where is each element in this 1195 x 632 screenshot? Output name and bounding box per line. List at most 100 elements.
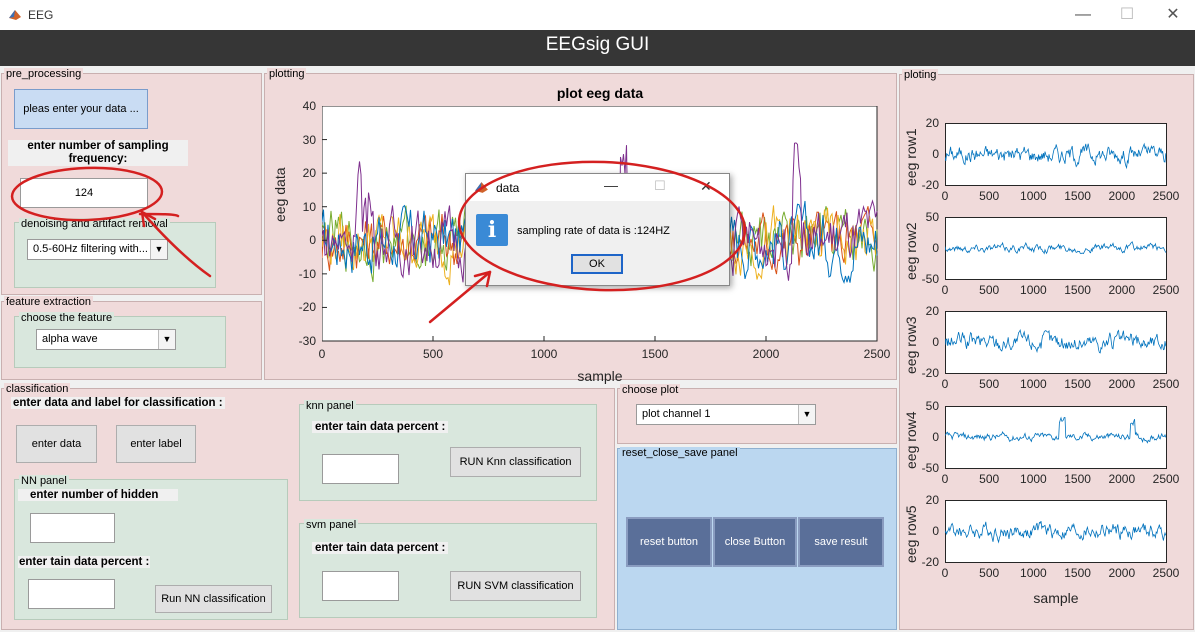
x-tick-label: 1500 [1064, 566, 1091, 580]
sampling-frequency-label: enter number of sampling frequency: [8, 140, 188, 166]
info-icon: i [476, 214, 508, 246]
close-window-button[interactable]: ✕ [1153, 4, 1193, 26]
nn-hidden-label: enter number of hidden [18, 489, 178, 501]
dialog-title: data [496, 181, 520, 195]
nn-train-input[interactable] [28, 579, 115, 609]
channel-y-axis-label: eeg row5 [903, 505, 919, 563]
panel-title: choose the feature [19, 312, 115, 324]
x-tick-label: 500 [979, 472, 1000, 486]
panel-title: svm panel [304, 519, 359, 531]
x-tick-label: 2000 [1108, 189, 1136, 203]
window-title: EEG [28, 8, 54, 22]
y-tick-label: -30 [298, 334, 316, 348]
dialog-close-button[interactable]: ✕ [700, 178, 712, 195]
y-tick-label: 40 [302, 99, 316, 113]
x-tick-label: 2000 [1108, 283, 1136, 297]
dialog-maximize-button[interactable]: ☐ [654, 178, 666, 194]
channel-y-axis-label: eeg row2 [903, 222, 919, 280]
x-tick-label: 2500 [1152, 472, 1180, 486]
nn-hidden-input[interactable] [30, 513, 115, 543]
x-tick-label: 500 [422, 347, 444, 361]
chevron-down-icon: ▼ [798, 405, 815, 424]
x-tick-label: 2500 [1152, 283, 1180, 297]
panel-title: denoising and artifact removal [19, 218, 170, 230]
feature-select[interactable]: alpha wave ▼ [36, 329, 176, 350]
channel-plot [945, 217, 1167, 280]
close-button[interactable]: close Button [713, 517, 797, 567]
channel-plot [945, 311, 1167, 374]
y-tick-label: 30 [302, 132, 316, 147]
minimize-button[interactable]: — [1063, 4, 1103, 26]
x-tick-label: 0 [941, 472, 949, 486]
x-tick-label: 500 [979, 377, 1000, 391]
nn-train-label: enter tain data percent : [18, 556, 151, 568]
main-chart-title: plot eeg data [556, 85, 644, 101]
select-value: 0.5-60Hz filtering with... [33, 243, 148, 255]
save-result-button[interactable]: save result [798, 517, 884, 567]
x-tick-label: 1000 [1020, 189, 1047, 203]
x-tick-label: 0 [941, 566, 949, 580]
x-tick-label: 2500 [1152, 566, 1180, 580]
chevron-down-icon: ▼ [150, 240, 167, 259]
x-tick-label: 500 [979, 189, 1000, 203]
x-tick-label: 500 [979, 283, 1000, 297]
knn-train-input[interactable] [322, 454, 399, 484]
x-tick-label: 1500 [1064, 189, 1091, 203]
matlab-icon [9, 10, 21, 20]
dialog-minimize-button[interactable]: — [604, 177, 618, 193]
enter-data-button[interactable]: pleas enter your data ... [14, 89, 148, 129]
app-header-title: EEGsig GUI [545, 34, 650, 55]
panel-title: reset_close_save panel [620, 447, 740, 459]
denoise-method-select[interactable]: 0.5-60Hz filtering with... ▼ [27, 239, 168, 260]
channel-plot [945, 406, 1167, 469]
ok-button[interactable]: OK [571, 254, 623, 274]
svm-train-label: enter tain data percent : [312, 542, 449, 554]
enter-label-button[interactable]: enter label [116, 425, 196, 463]
run-nn-button[interactable]: Run NN classification [155, 585, 272, 613]
panel-title: pre_processing [4, 68, 84, 80]
y-tick-label: 10 [302, 199, 316, 214]
y-tick-label: -20 [298, 300, 316, 315]
select-value: plot channel 1 [642, 408, 711, 420]
x-tick-label: 2000 [752, 347, 780, 361]
ploting-x-axis-label: sample [1033, 590, 1079, 606]
x-tick-label: 1000 [1020, 566, 1047, 580]
panel-title: knn panel [304, 400, 356, 412]
x-tick-label: 1000 [1020, 283, 1047, 297]
sampling-frequency-input[interactable]: 124 [20, 178, 148, 208]
y-tick-label: -10 [298, 266, 316, 281]
channel-plot [945, 500, 1167, 563]
x-tick-label: 0 [318, 347, 326, 361]
x-tick-label: 1000 [1020, 472, 1047, 486]
run-svm-button[interactable]: RUN SVM classification [450, 571, 581, 601]
channel-y-axis-label: eeg row4 [903, 411, 919, 469]
x-tick-label: 2000 [1108, 377, 1136, 391]
plot-channel-select[interactable]: plot channel 1 ▼ [636, 404, 816, 425]
x-tick-label: 2500 [1152, 189, 1180, 203]
classification-header: enter data and label for classification … [11, 397, 225, 409]
x-tick-label: 0 [941, 189, 949, 203]
x-tick-label: 1500 [641, 347, 669, 361]
run-knn-button[interactable]: RUN Knn classification [450, 447, 581, 477]
panel-title: ploting [902, 69, 939, 81]
x-tick-label: 1500 [1064, 283, 1091, 297]
title-bar [0, 0, 1195, 30]
main-x-axis-label: sample [577, 368, 623, 384]
channel-y-axis-label: eeg row1 [903, 128, 919, 186]
x-tick-label: 2500 [863, 347, 891, 361]
svm-train-input[interactable] [322, 571, 399, 601]
info-dialog: data — ☐ ✕ i sampling rate of data is :1… [465, 173, 730, 286]
x-tick-label: 1500 [1064, 472, 1091, 486]
reset-button[interactable]: reset button [626, 517, 712, 567]
y-tick-label: 0 [309, 233, 316, 248]
x-tick-label: 0 [941, 283, 949, 297]
channel-plot-frame [945, 217, 1167, 280]
enter-data-classification-button[interactable]: enter data [16, 425, 97, 463]
channel-y-axis-label: eeg row3 [903, 316, 919, 374]
matlab-icon [475, 182, 488, 193]
x-tick-label: 1000 [1020, 377, 1047, 391]
maximize-button[interactable]: ☐ [1107, 4, 1147, 26]
panel-title: feature extraction [4, 296, 93, 308]
x-tick-label: 2000 [1108, 566, 1136, 580]
x-tick-label: 2000 [1108, 472, 1136, 486]
